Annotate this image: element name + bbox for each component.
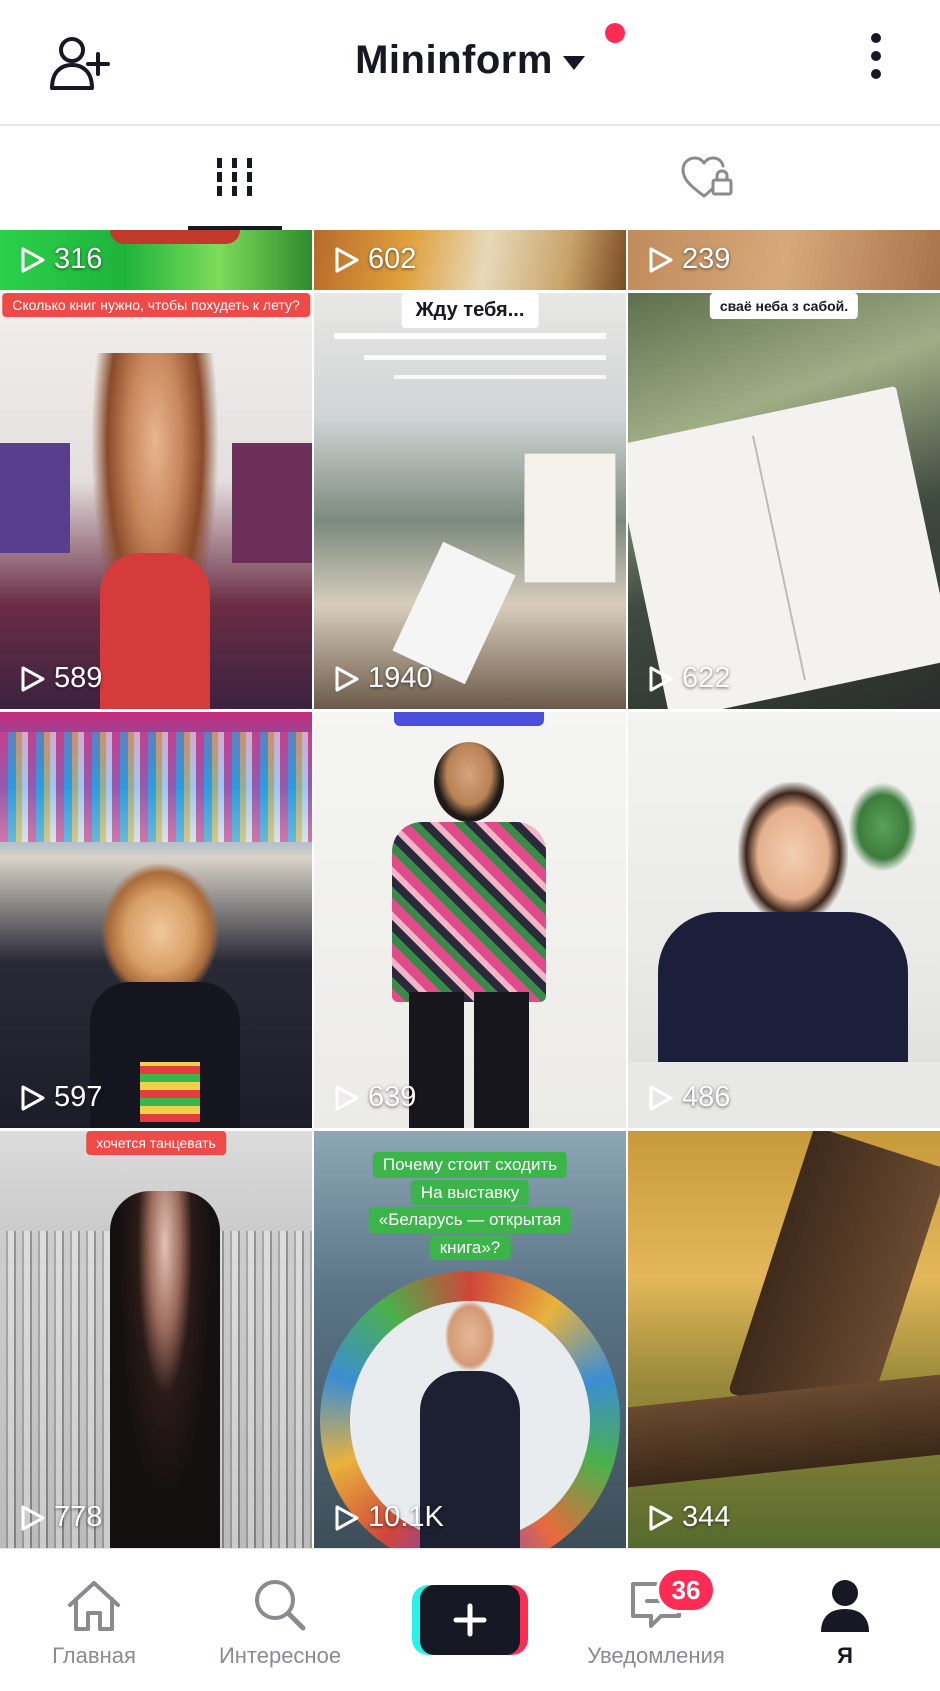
caption-line: книга»? bbox=[429, 1234, 511, 1261]
video-thumbnail[interactable]: сваё неба з сабой. 622 bbox=[628, 293, 940, 709]
bottom-navigation: Главная Интересное Уведомления 36 Я bbox=[0, 1548, 940, 1691]
play-icon bbox=[649, 1085, 673, 1110]
view-count: 622 bbox=[648, 662, 730, 695]
book-cover-art bbox=[526, 468, 614, 508]
video-thumbnail[interactable]: 239 bbox=[628, 230, 940, 290]
notification-dot bbox=[605, 23, 625, 43]
nav-inbox[interactable]: Уведомления bbox=[576, 1549, 736, 1691]
view-count: 239 bbox=[648, 243, 730, 276]
view-count: 602 bbox=[334, 243, 416, 276]
play-icon bbox=[335, 1085, 359, 1110]
view-count-text: 622 bbox=[682, 662, 731, 694]
tab-videos[interactable] bbox=[0, 126, 470, 230]
nav-home-label: Главная bbox=[52, 1643, 136, 1668]
notification-badge: 36 bbox=[656, 1567, 716, 1613]
view-count: 778 bbox=[20, 1501, 102, 1534]
profile-header: Mininform bbox=[0, 0, 940, 126]
view-count-text: 589 bbox=[54, 662, 103, 694]
plus-icon bbox=[420, 1585, 520, 1655]
nav-me-label: Я bbox=[837, 1643, 853, 1668]
view-count: 597 bbox=[20, 1081, 102, 1114]
play-icon bbox=[21, 1505, 45, 1530]
video-thumbnail[interactable]: 639 bbox=[314, 712, 626, 1128]
video-thumbnail[interactable]: 316 bbox=[0, 230, 312, 290]
nav-discover[interactable]: Интересное bbox=[205, 1549, 355, 1691]
video-thumbnail[interactable]: Почему стоит сходить На выставку «Белару… bbox=[314, 1131, 626, 1548]
view-count-text: 639 bbox=[368, 1081, 417, 1113]
video-thumbnail[interactable]: хочется танцевать 778 bbox=[0, 1131, 312, 1548]
caption-line: На выставку bbox=[410, 1179, 530, 1206]
play-icon bbox=[21, 1085, 45, 1110]
play-icon bbox=[335, 666, 359, 691]
play-icon bbox=[21, 666, 45, 691]
nav-inbox-label: Уведомления bbox=[587, 1643, 725, 1668]
video-caption: сваё неба з сабой. bbox=[709, 293, 859, 320]
view-count-text: 597 bbox=[54, 1081, 103, 1113]
view-count: 10.1K bbox=[334, 1501, 444, 1534]
nav-me[interactable]: Я bbox=[800, 1549, 890, 1691]
play-icon bbox=[335, 1505, 359, 1530]
play-icon bbox=[649, 1505, 673, 1530]
video-thumbnail[interactable]: 602 bbox=[314, 230, 626, 290]
play-icon bbox=[649, 666, 673, 691]
view-count-text: 486 bbox=[682, 1081, 731, 1113]
view-count-text: 344 bbox=[682, 1501, 731, 1533]
video-thumbnail[interactable]: Жду тебя... 1940 bbox=[314, 293, 626, 709]
grid-icon bbox=[217, 158, 252, 196]
video-caption: хочется танцевать bbox=[86, 1131, 226, 1156]
caption-line: Почему стоит сходить bbox=[372, 1152, 568, 1178]
view-count-text: 602 bbox=[368, 243, 417, 275]
nav-home[interactable]: Главная bbox=[34, 1549, 154, 1691]
play-icon bbox=[21, 247, 45, 272]
nav-discover-label: Интересное bbox=[218, 1643, 342, 1668]
chevron-down-icon[interactable] bbox=[562, 56, 585, 70]
view-count-text: 1940 bbox=[368, 662, 433, 694]
video-thumbnail[interactable]: Сколько книг нужно, чтобы похудеть к лет… bbox=[0, 293, 312, 709]
tab-liked[interactable] bbox=[470, 126, 940, 230]
view-count-text: 316 bbox=[54, 243, 103, 275]
caption-line: «Беларусь — открытая bbox=[368, 1207, 572, 1233]
home-icon bbox=[64, 1575, 124, 1635]
play-icon bbox=[649, 247, 673, 272]
heart-lock-icon bbox=[681, 156, 733, 198]
more-vertical-icon[interactable] bbox=[864, 30, 888, 90]
video-thumbnail[interactable]: 597 bbox=[0, 712, 312, 1128]
profile-tabs bbox=[0, 126, 940, 230]
search-icon bbox=[251, 1575, 309, 1635]
account-switcher[interactable]: Mininform bbox=[0, 30, 940, 90]
view-count: 316 bbox=[20, 243, 102, 276]
video-thumbnail[interactable]: 344 bbox=[628, 1131, 940, 1548]
create-button[interactable] bbox=[412, 1585, 528, 1655]
play-icon bbox=[335, 247, 359, 272]
view-count: 1940 bbox=[334, 662, 433, 695]
view-count: 639 bbox=[334, 1081, 416, 1114]
view-count: 344 bbox=[648, 1501, 730, 1534]
video-caption: Жду тебя... bbox=[401, 293, 539, 328]
video-caption: Сколько книг нужно, чтобы похудеть к лет… bbox=[2, 293, 310, 318]
view-count-text: 239 bbox=[682, 243, 731, 275]
profile-icon bbox=[818, 1575, 872, 1635]
video-grid: 316 602 239 Сколько книг нужно, чтобы по… bbox=[0, 230, 940, 1548]
view-count: 589 bbox=[20, 662, 102, 695]
view-count-text: 778 bbox=[54, 1501, 103, 1533]
video-thumbnail[interactable]: 486 bbox=[628, 712, 940, 1128]
view-count-text: 10.1K bbox=[368, 1501, 444, 1533]
view-count: 486 bbox=[648, 1081, 730, 1114]
video-caption: Почему стоит сходить На выставку «Белару… bbox=[368, 1151, 572, 1261]
account-name[interactable]: Mininform bbox=[355, 38, 553, 83]
